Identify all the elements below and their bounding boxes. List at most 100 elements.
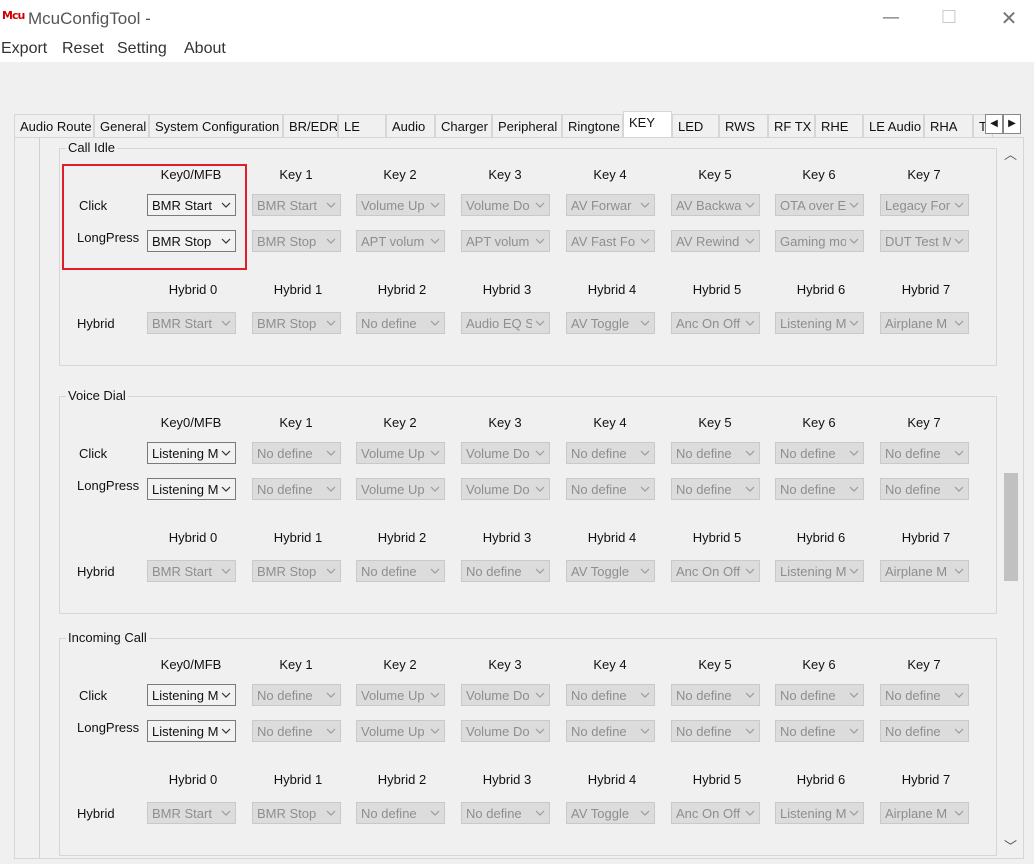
tab-le[interactable]: LE: [338, 114, 386, 138]
combo-value: No define: [466, 564, 522, 579]
chevron-down-icon: [220, 483, 232, 495]
tab-audio[interactable]: Audio: [386, 114, 435, 138]
combo-value: Listening M: [780, 806, 846, 821]
key-header: Key 5: [698, 167, 732, 182]
chevron-down-icon: [534, 565, 546, 577]
tab-audio-route[interactable]: Audio Route: [14, 114, 94, 138]
tab-rhe[interactable]: RHE: [815, 114, 863, 138]
tab-br-edr[interactable]: BR/EDR: [283, 114, 338, 138]
hybrid-header: Hybrid 5: [692, 282, 742, 297]
menu-about[interactable]: About: [184, 40, 226, 58]
chevron-down-icon: [953, 447, 965, 459]
close-button[interactable]: ✕: [994, 7, 1024, 31]
chevron-down-icon: [639, 447, 651, 459]
tab-charger[interactable]: Charger: [435, 114, 492, 138]
longpress-combo-key4: AV Fast Fo: [566, 230, 655, 252]
chevron-down-icon: [325, 483, 337, 495]
combo-value: Volume Do: [466, 446, 530, 461]
tab-rf-tx[interactable]: RF TX: [768, 114, 815, 138]
key-header: Key 4: [593, 415, 627, 430]
menu-export[interactable]: Export: [1, 40, 47, 58]
chevron-down-icon: [534, 317, 546, 329]
chevron-down-icon: [639, 483, 651, 495]
combo-value: No define: [571, 724, 627, 739]
combo-value: BMR Start: [257, 198, 317, 213]
tab-led[interactable]: LED: [672, 114, 719, 138]
chevron-down-icon: [848, 317, 860, 329]
chevron-down-icon: [534, 689, 546, 701]
chevron-down-icon: [325, 565, 337, 577]
hybrid-header: Hybrid 0: [168, 530, 218, 545]
combo-value: No define: [676, 724, 732, 739]
vertical-scrollbar[interactable]: ︿ ﹀: [1001, 138, 1021, 858]
combo-value: No define: [676, 482, 732, 497]
combo-value: Anc On Off: [676, 564, 741, 579]
tab-rws[interactable]: RWS: [719, 114, 768, 138]
click-combo-key0[interactable]: Listening M: [147, 442, 236, 464]
combo-value: No define: [885, 482, 941, 497]
scroll-up-icon[interactable]: ︿: [1004, 144, 1017, 163]
hybrid-header: Hybrid 7: [901, 530, 951, 545]
scroll-down-icon[interactable]: ﹀: [1004, 836, 1017, 855]
chevron-down-icon: [953, 199, 965, 211]
tab-general[interactable]: General: [94, 114, 149, 138]
tab-peripheral[interactable]: Peripheral: [492, 114, 562, 138]
chevron-down-icon: [325, 199, 337, 211]
chevron-down-icon: [744, 807, 756, 819]
tab-strip: Audio Route General System Configuration…: [14, 111, 1024, 139]
minimize-button[interactable]: —: [876, 7, 906, 31]
maximize-button[interactable]: ☐: [934, 7, 964, 31]
combo-value: Airplane M: [885, 564, 948, 579]
combo-value: Legacy For: [885, 198, 951, 213]
longpress-combo-key0[interactable]: Listening M: [147, 720, 236, 742]
longpress-combo-key0[interactable]: Listening M: [147, 478, 236, 500]
menu-reset[interactable]: Reset: [62, 40, 104, 58]
tab-rha[interactable]: RHA: [924, 114, 973, 138]
click-combo-key4: No define: [566, 684, 655, 706]
hybrid-combo-key5: Anc On Off: [671, 312, 760, 334]
chevron-down-icon: [429, 483, 441, 495]
chevron-down-icon: [429, 235, 441, 247]
row-label-hybrid: Hybrid: [77, 316, 115, 331]
combo-value: Listening M: [152, 482, 218, 497]
tab-scroll-right-icon[interactable]: ▶: [1003, 114, 1021, 134]
hybrid-header: Hybrid 5: [692, 772, 742, 787]
hybrid-combo-key1: BMR Stop: [252, 802, 341, 824]
chevron-down-icon: [534, 807, 546, 819]
chevron-down-icon: [220, 317, 232, 329]
click-combo-key5: No define: [671, 684, 760, 706]
chevron-down-icon: [744, 483, 756, 495]
hybrid-header: Hybrid 4: [587, 530, 637, 545]
chevron-down-icon: [744, 199, 756, 211]
key-header: Key0/MFB: [160, 415, 222, 430]
combo-value: AV Toggle: [571, 564, 630, 579]
combo-value: No define: [676, 446, 732, 461]
longpress-combo-key7: No define: [880, 478, 969, 500]
tab-le-audio[interactable]: LE Audio: [863, 114, 924, 138]
scroll-thumb[interactable]: [1004, 473, 1018, 581]
combo-value: BMR Stop: [257, 806, 317, 821]
tab-scroll-left-icon[interactable]: ◀: [985, 114, 1003, 134]
click-combo-key3: Volume Do: [461, 194, 550, 216]
key-header: Key 6: [802, 415, 836, 430]
key-header: Key 6: [802, 167, 836, 182]
tab-ringtone[interactable]: Ringtone: [562, 114, 623, 138]
click-combo-key5: No define: [671, 442, 760, 464]
menu-setting[interactable]: Setting: [117, 40, 167, 58]
row-label-click: Click: [79, 446, 108, 461]
combo-value: Anc On Off: [676, 806, 741, 821]
tab-key[interactable]: KEY: [623, 111, 672, 139]
click-combo-key0[interactable]: Listening M: [147, 684, 236, 706]
chevron-down-icon: [848, 447, 860, 459]
hybrid-header: Hybrid 1: [273, 530, 323, 545]
tab-system-configuration[interactable]: System Configuration: [149, 114, 283, 138]
combo-value: Airplane M: [885, 806, 948, 821]
hybrid-header: Hybrid 1: [273, 282, 323, 297]
hybrid-header: Hybrid 6: [796, 530, 846, 545]
combo-value: No define: [257, 446, 313, 461]
row-label-click: Click: [79, 688, 108, 703]
combo-value: No define: [257, 482, 313, 497]
hybrid-combo-key6: Listening M: [775, 560, 864, 582]
hybrid-header: Hybrid 0: [168, 772, 218, 787]
click-combo-key7: Legacy For: [880, 194, 969, 216]
